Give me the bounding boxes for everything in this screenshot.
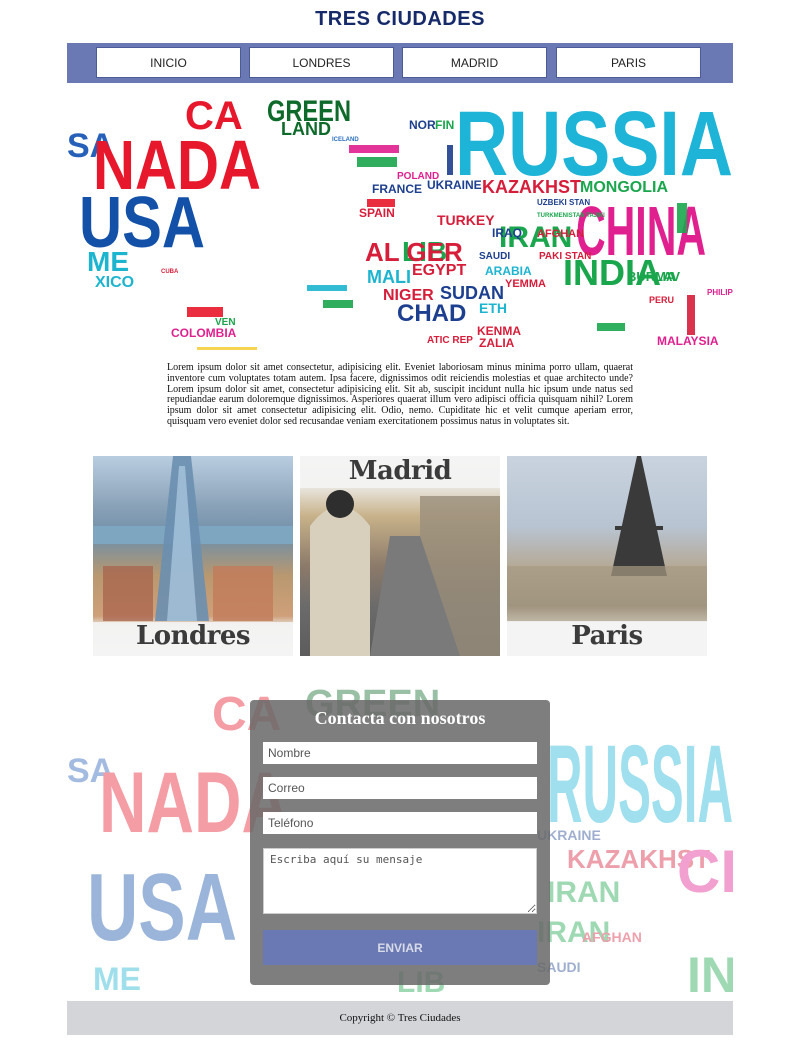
message-field[interactable] — [263, 848, 537, 914]
map-word: ATIC REP — [427, 335, 473, 346]
main-nav: INICIO LONDRES MADRID PARIS — [67, 43, 733, 83]
name-field[interactable] — [263, 742, 537, 764]
contact-form: Contacta con nosotros ENVIAR — [250, 700, 550, 985]
copyright-text: Copyright © Tres Ciudades — [339, 1012, 461, 1024]
map-word: LAND — [281, 119, 331, 139]
map-word: ETH — [479, 300, 507, 316]
map-word: ME — [87, 246, 129, 277]
map-word: PHILIP PINES — [707, 288, 733, 297]
map-word: AFGHAN — [537, 228, 584, 240]
map-word: USA — [87, 854, 237, 961]
map-word: PERU — [649, 295, 674, 305]
map-word: AFGHAN — [582, 929, 642, 945]
map-word: SPAIN — [359, 206, 395, 220]
city-label-paris: Paris — [571, 621, 643, 651]
map-word: CUBA — [161, 269, 179, 275]
map-word: FRANCE — [372, 182, 422, 196]
map-word: ME — [93, 961, 141, 997]
map-word: CHAD — [397, 300, 466, 327]
map-word: MALI — [367, 267, 411, 287]
nav-item-londres[interactable]: LONDRES — [249, 47, 394, 78]
map-word: YEMMA — [505, 278, 546, 290]
map-word: ZALIA — [479, 336, 515, 350]
map-word: IRAQ — [492, 226, 522, 240]
map-word: ICELAND — [332, 137, 359, 143]
map-word: FIN — [435, 118, 454, 132]
intro-paragraph: Lorem ipsum dolor sit amet consectetur, … — [167, 362, 633, 427]
map-word: LAV — [655, 269, 680, 284]
nav-item-madrid[interactable]: MADRID — [402, 47, 547, 78]
map-word: VEN — [215, 317, 236, 328]
city-label-londres: Londres — [135, 621, 251, 651]
map-word: NOR — [409, 118, 436, 132]
map-word: AL GER — [365, 237, 463, 267]
map-word: MALAYSIA — [657, 334, 719, 348]
send-button[interactable]: ENVIAR — [263, 930, 537, 965]
nav-item-inicio[interactable]: INICIO — [96, 47, 241, 78]
map-word: POLAND — [397, 171, 439, 182]
map-word: CHINA — [677, 838, 733, 905]
map-word: ARABIA — [485, 264, 532, 278]
city-label-madrid: Madrid — [348, 456, 452, 486]
map-word: INDIA — [687, 947, 733, 1002]
hero-world-map: SA CA NADA USA ME XICO GREEN LAND ICELAN… — [67, 85, 733, 350]
madrid-photo — [300, 456, 500, 656]
map-word: UZBEKI STAN — [537, 198, 590, 207]
phone-field[interactable] — [263, 812, 537, 834]
email-field[interactable] — [263, 777, 537, 799]
map-word: KAZAKHST — [482, 177, 581, 197]
map-word: IRAN — [547, 876, 620, 909]
footer: Copyright © Tres Ciudades — [67, 1001, 733, 1035]
site-title: TRES CIUDADES — [315, 8, 485, 30]
map-word: XICO — [95, 274, 134, 291]
city-card-madrid[interactable]: Madrid — [300, 456, 500, 656]
map-word: TURKEY — [437, 212, 495, 228]
nav-item-paris[interactable]: PARIS — [556, 47, 701, 78]
map-word: MONGOLIA — [580, 179, 668, 196]
city-card-londres[interactable]: Londres — [93, 456, 293, 656]
contact-title: Contacta con nosotros — [314, 708, 486, 728]
city-card-paris[interactable]: Paris — [507, 456, 707, 656]
map-word: SAUDI — [479, 251, 510, 262]
map-word: TURKMENISTAN TAJIKI — [537, 213, 605, 219]
map-word: COLOMBIA — [171, 326, 237, 340]
